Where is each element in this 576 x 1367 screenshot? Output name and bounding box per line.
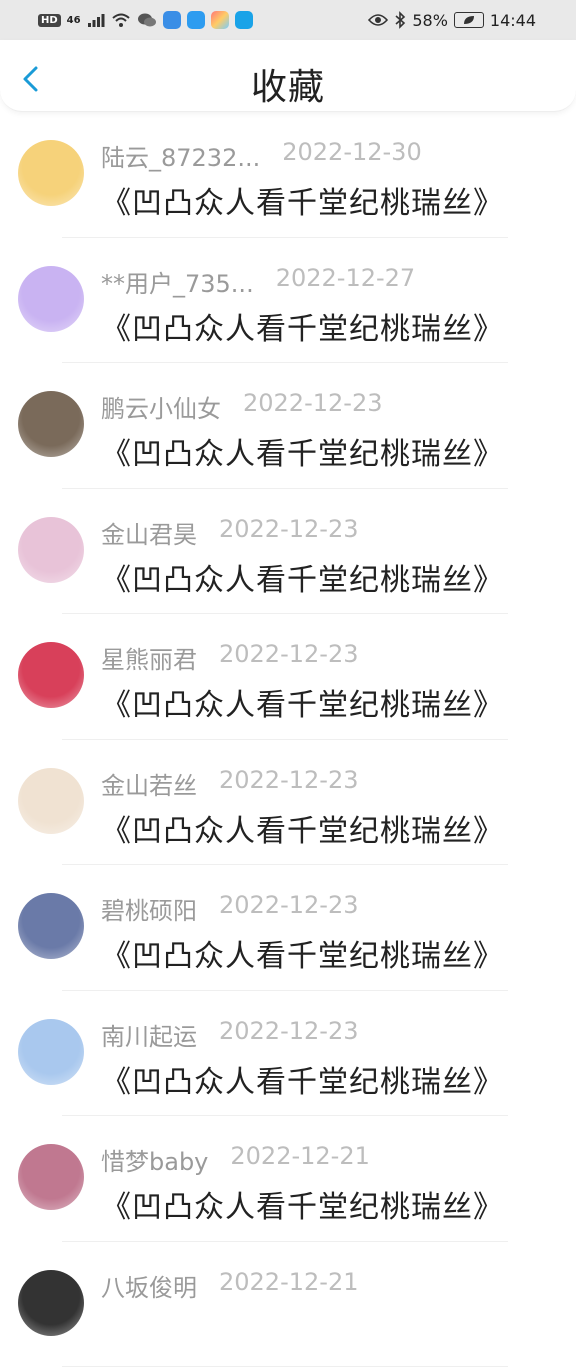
item-meta: 金山君昊 2022-12-23: [101, 515, 358, 550]
username: 金山君昊: [101, 515, 197, 550]
avatar[interactable]: [18, 1270, 84, 1336]
avatar[interactable]: [18, 517, 84, 583]
item-title[interactable]: 《凹凸众人看千堂纪桃瑞丝》: [101, 178, 504, 222]
list-item[interactable]: 惜梦baby 2022-12-21 《凹凸众人看千堂纪桃瑞丝》: [0, 1116, 576, 1242]
page-title: 收藏: [0, 58, 576, 110]
bluetooth-icon: [394, 11, 406, 29]
item-meta: **用户_735... 2022-12-27: [101, 264, 415, 299]
wifi-icon: [111, 12, 131, 28]
avatar[interactable]: [18, 140, 84, 206]
avatar[interactable]: [18, 266, 84, 332]
item-title[interactable]: 《凹凸众人看千堂纪桃瑞丝》: [101, 1182, 504, 1226]
battery-percent: 58%: [412, 11, 448, 30]
list-item[interactable]: 星熊丽君 2022-12-23 《凹凸众人看千堂纪桃瑞丝》: [0, 614, 576, 740]
item-meta: 金山若丝 2022-12-23: [101, 766, 358, 801]
item-title[interactable]: 《凹凸众人看千堂纪桃瑞丝》: [101, 304, 504, 348]
item-meta: 鹏云小仙女 2022-12-23: [101, 389, 382, 424]
username: 金山若丝: [101, 766, 197, 801]
list-item[interactable]: 南川起运 2022-12-23 《凹凸众人看千堂纪桃瑞丝》: [0, 991, 576, 1117]
username: 南川起运: [101, 1017, 197, 1052]
item-title[interactable]: 《凹凸众人看千堂纪桃瑞丝》: [101, 806, 504, 850]
list-item[interactable]: **用户_735... 2022-12-27 《凹凸众人看千堂纪桃瑞丝》: [0, 238, 576, 364]
date: 2022-12-30: [282, 138, 421, 173]
username: 惜梦baby: [101, 1142, 208, 1177]
status-bar-right: 58% 14:44: [368, 11, 536, 30]
eye-icon: [368, 13, 388, 27]
item-meta: 陆云_87232... 2022-12-30: [101, 138, 422, 173]
item-title[interactable]: 《凹凸众人看千堂纪桃瑞丝》: [101, 1057, 504, 1101]
date: 2022-12-23: [243, 389, 382, 424]
item-title[interactable]: 《凹凸众人看千堂纪桃瑞丝》: [101, 429, 504, 473]
avatar[interactable]: [18, 768, 84, 834]
status-bar: HD 46 58% 1: [0, 0, 576, 40]
date: 2022-12-23: [219, 515, 358, 550]
favorites-list: 陆云_87232...2022-12-30《凹凸众人看千堂纪桃瑞丝》**用户_7…: [0, 112, 576, 1367]
username: 碧桃硕阳: [101, 891, 197, 926]
gallery-app-icon: [211, 11, 229, 29]
username: 鹏云小仙女: [101, 389, 221, 424]
item-meta: 南川起运 2022-12-23: [101, 1017, 358, 1052]
list-item[interactable]: 金山君昊 2022-12-23 《凹凸众人看千堂纪桃瑞丝》: [0, 489, 576, 615]
avatar[interactable]: [18, 893, 84, 959]
date: 2022-12-23: [219, 891, 358, 926]
clock: 14:44: [490, 11, 536, 30]
cloud-app-icon: [187, 11, 205, 29]
item-meta: 星熊丽君 2022-12-23: [101, 640, 358, 675]
network-type: 46: [67, 15, 81, 26]
search-app-icon: [235, 11, 253, 29]
date: 2022-12-23: [219, 1017, 358, 1052]
list-item[interactable]: 金山若丝 2022-12-23 《凹凸众人看千堂纪桃瑞丝》: [0, 740, 576, 866]
username: 陆云_87232...: [101, 138, 260, 173]
date: 2022-12-21: [219, 1268, 358, 1303]
date: 2022-12-27: [276, 264, 415, 299]
username: 八坂俊明: [101, 1268, 197, 1303]
item-title[interactable]: 《凹凸众人看千堂纪桃瑞丝》: [101, 931, 504, 975]
list-item[interactable]: 鹏云小仙女 2022-12-23 《凹凸众人看千堂纪桃瑞丝》: [0, 363, 576, 489]
date: 2022-12-23: [219, 766, 358, 801]
battery-icon: [454, 12, 484, 28]
avatar[interactable]: [18, 1144, 84, 1210]
avatar[interactable]: [18, 391, 84, 457]
item-meta: 八坂俊明 2022-12-21: [101, 1268, 358, 1303]
list-item[interactable]: 陆云_87232... 2022-12-30 《凹凸众人看千堂纪桃瑞丝》: [0, 112, 576, 238]
date: 2022-12-21: [230, 1142, 369, 1177]
list-item[interactable]: 碧桃硕阳 2022-12-23 《凹凸众人看千堂纪桃瑞丝》: [0, 865, 576, 991]
nav-header: 收藏: [0, 40, 576, 112]
signal-icon: [87, 13, 105, 27]
status-bar-left: HD 46: [38, 11, 253, 29]
wechat-icon: [137, 12, 157, 28]
browser-app-icon: [163, 11, 181, 29]
hd-badge: HD: [38, 14, 61, 27]
username: **用户_735...: [101, 264, 254, 299]
avatar[interactable]: [18, 1019, 84, 1085]
username: 星熊丽君: [101, 640, 197, 675]
date: 2022-12-23: [219, 640, 358, 675]
item-meta: 惜梦baby 2022-12-21: [101, 1142, 370, 1177]
item-title[interactable]: 《凹凸众人看千堂纪桃瑞丝》: [101, 555, 504, 599]
avatar[interactable]: [18, 642, 84, 708]
item-title[interactable]: 《凹凸众人看千堂纪桃瑞丝》: [101, 680, 504, 724]
list-item[interactable]: 八坂俊明 2022-12-21: [0, 1242, 576, 1367]
item-meta: 碧桃硕阳 2022-12-23: [101, 891, 358, 926]
